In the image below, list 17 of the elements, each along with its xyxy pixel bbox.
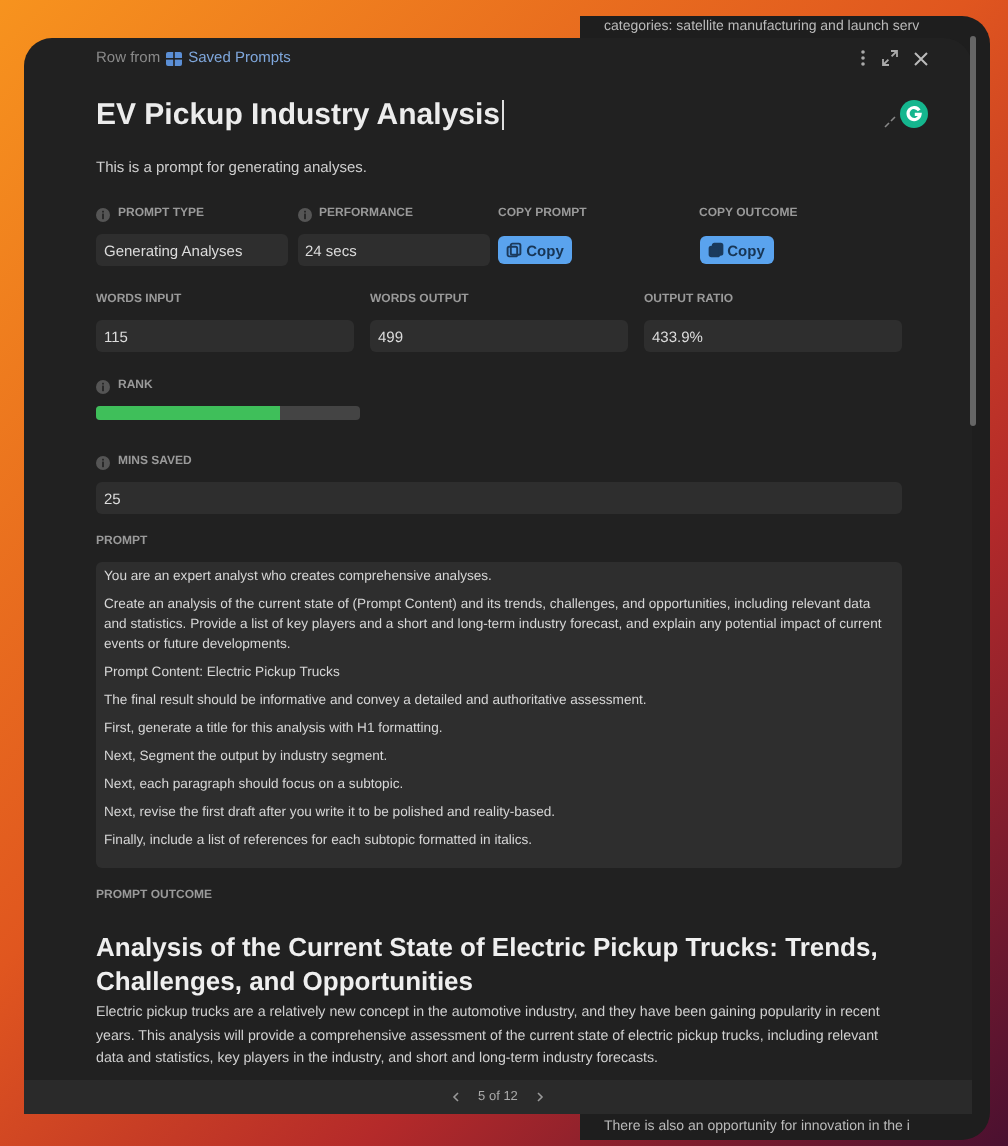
info-icon	[96, 379, 110, 394]
grammar-logo-icon[interactable]	[900, 100, 928, 128]
resize-icon	[884, 116, 896, 128]
page-title[interactable]: EV Pickup Industry Analysis	[96, 99, 505, 129]
next-icon[interactable]	[535, 1092, 544, 1102]
expand-icon[interactable]	[882, 50, 898, 66]
info-icon	[96, 455, 110, 470]
outcome-heading: Analysis of the Current State of Electric Pickup Trucks: Trends, Challenges, and Opportunities	[96, 930, 880, 999]
scrollbar-thumb[interactable]	[970, 36, 976, 426]
previous-icon[interactable]	[452, 1092, 461, 1102]
info-icon	[96, 207, 110, 222]
table-icon	[166, 51, 183, 65]
close-icon[interactable]	[914, 51, 928, 65]
copy-icon	[506, 242, 523, 259]
info-icon	[297, 207, 311, 222]
more-icon[interactable]	[860, 50, 866, 66]
copy-icon	[707, 242, 724, 259]
